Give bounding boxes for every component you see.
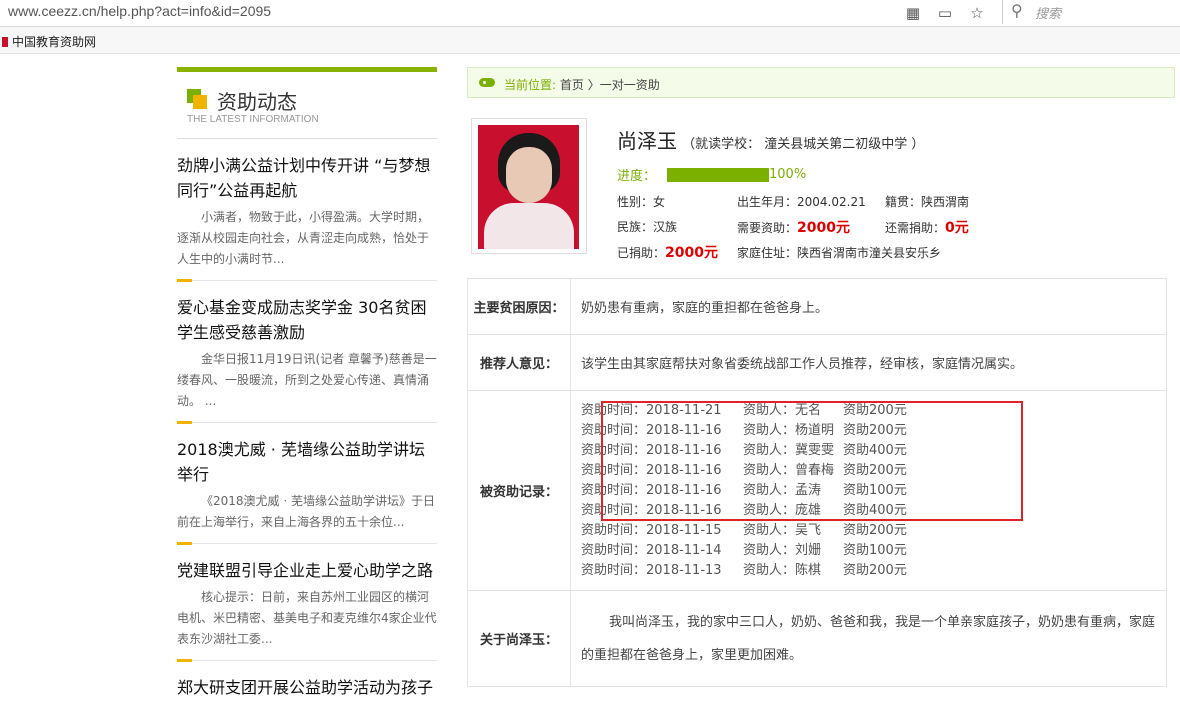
breadcrumb-current[interactable]: 一对一资助 — [600, 78, 660, 92]
table-row: 推荐人意见： 该学生由其家庭帮扶对象省委统战部工作人员推荐，经审核，家庭情况属实… — [467, 334, 1167, 391]
progress-row: 进度： 100% — [617, 165, 806, 184]
url-field[interactable]: www.ceezz.cn/help.php?act=info&id=2095 — [8, 3, 271, 19]
news-desc: 核心提示：日前，来自苏州工业园区的横河电机、米巴精密、基美电子和麦克维尔4家企业… — [177, 590, 437, 646]
news-desc: 金华日报11月19日讯(记者 章馨予)慈善是一缕春风、一股暖流，所到之处爱心传递… — [177, 352, 437, 408]
news-title[interactable]: 郑大研支团开展公益助学活动为孩子 — [177, 675, 437, 700]
need-amount: 需要资助：2000元 — [737, 217, 850, 237]
breadcrumb: 当前位置: 首页 〉一对一资助 — [467, 67, 1175, 98]
sidebar-subtitle: THE LATEST INFORMATION — [187, 114, 319, 125]
donated-amount: 已捐助：2000元 — [617, 242, 718, 262]
still-need-amount: 还需捐助：0元 — [885, 217, 969, 237]
bookmarks-bar: 中国教育资助网 — [0, 27, 1180, 54]
address-bar: www.ceezz.cn/help.php?act=info&id=2095 ▦… — [0, 0, 1180, 27]
news-item[interactable]: 2018澳尤威 · 芜墙缘公益助学讲坛举行 《2018澳尤威 · 芜墙缘公益助学… — [177, 423, 437, 545]
student-photo — [471, 118, 587, 254]
news-item[interactable]: 劲牌小满公益计划中传开讲 “与梦想同行”公益再起航 小满者，物致于此，小得盈满。… — [177, 139, 437, 282]
table-row: 关于尚泽玉： 我叫尚泽玉，我的家中三口人，奶奶、爸爸和我，我是一个单亲家庭孩子，… — [467, 590, 1167, 687]
origin: 籍贯：陕西渭南 — [885, 195, 970, 209]
qr-code-icon[interactable]: ▦ — [904, 4, 922, 22]
news-title[interactable]: 劲牌小满公益计划中传开讲 “与梦想同行”公益再起航 — [177, 153, 437, 203]
search-placeholder: 搜索 — [1035, 7, 1062, 22]
news-desc: 《2018澳尤威 · 芜墙缘公益助学讲坛》于日前在上海举行，来自上海各界的五十余… — [177, 494, 435, 529]
breadcrumb-label: 当前位置: — [504, 78, 557, 92]
reason-value: 奶奶患有重病，家庭的重担都在爸爸身上。 — [570, 278, 1167, 335]
bookmark-item[interactable]: 中国教育资助网 — [2, 33, 96, 50]
breadcrumb-separator: 〉 — [587, 78, 600, 92]
ethnic: 民族：汉族 — [617, 220, 678, 234]
recommend-label: 推荐人意见： — [467, 334, 571, 391]
news-sidebar: 资助动态 THE LATEST INFORMATION 劲牌小满公益计划中传开讲… — [177, 67, 437, 710]
location-pin-icon — [479, 78, 495, 87]
progress-bar — [667, 167, 769, 182]
birth-date: 出生年月：2004.02.21 — [737, 195, 866, 209]
news-desc: 小满者，物致于此，小得盈满。大学时期，逐渐从校园走向社会，从青涩走向成熟，恰处于… — [177, 210, 430, 266]
gender: 性别：女 — [617, 195, 666, 209]
student-school: （就读学校： 潼关县城关第二初级中学 ） — [682, 137, 925, 152]
donated-label: 已捐助： — [617, 246, 666, 260]
progress-text: 100% — [769, 167, 807, 182]
news-title[interactable]: 2018澳尤威 · 芜墙缘公益助学讲坛举行 — [177, 437, 437, 487]
still-value: 0元 — [945, 220, 969, 236]
breadcrumb-home-link[interactable]: 首页 — [560, 78, 584, 92]
search-icon: ⚲ — [1011, 1, 1023, 20]
student-heading: 尚泽玉 （就读学校： 潼关县城关第二初级中学 ） — [617, 125, 924, 154]
sidebar-title: 资助动态 — [217, 90, 297, 114]
progress-fill — [667, 167, 769, 182]
home-address: 家庭住址：陕西省渭南市潼关县安乐乡 — [737, 246, 942, 260]
news-item[interactable]: 爱心基金变成励志奖学金 30名贫困学生感受慈善激励 金华日报11月19日讯(记者… — [177, 281, 437, 424]
search-box[interactable]: ⚲ 搜索 — [1002, 0, 1180, 24]
about-text: 我叫尚泽玉，我的家中三口人，奶奶、爸爸和我，我是一个单亲家庭孩子，奶奶患有重病，… — [581, 614, 1156, 663]
recommend-value: 该学生由其家庭帮扶对象省委统战部工作人员推荐，经审核，家庭情况属实。 — [570, 334, 1167, 391]
records-label: 被资助记录： — [467, 390, 571, 591]
news-title[interactable]: 爱心基金变成励志奖学金 30名贫困学生感受慈善激励 — [177, 295, 437, 345]
record-item: 资助时间：2018-11-14 资助人：刘姗 资助100元 — [581, 542, 907, 558]
reason-label: 主要贫困原因： — [467, 278, 571, 335]
still-label: 还需捐助： — [885, 221, 946, 235]
table-row: 主要贫困原因： 奶奶患有重病，家庭的重担都在爸爸身上。 — [467, 278, 1167, 335]
address-bar-icons: ▦ ▭ ☆ — [904, 2, 986, 24]
clipboard-icon[interactable]: ▭ — [936, 4, 954, 22]
bookmark-label: 中国教育资助网 — [12, 35, 97, 49]
highlight-annotation-box — [601, 401, 1023, 521]
news-item[interactable]: 党建联盟引导企业走上爱心助学之路 核心提示：日前，来自苏州工业园区的横河电机、米… — [177, 544, 437, 662]
student-name: 尚泽玉 — [617, 129, 677, 153]
news-title[interactable]: 党建联盟引导企业走上爱心助学之路 — [177, 558, 437, 583]
star-icon[interactable]: ☆ — [968, 4, 986, 22]
need-label: 需要资助： — [737, 221, 798, 235]
record-item: 资助时间：2018-11-13 资助人：陈棋 资助200元 — [581, 562, 907, 578]
record-item: 资助时间：2018-11-15 资助人：吴飞 资助200元 — [581, 522, 907, 538]
need-value: 2000元 — [797, 220, 850, 236]
donated-value: 2000元 — [665, 245, 718, 261]
section-square-icon — [187, 89, 207, 109]
sidebar-header: 资助动态 THE LATEST INFORMATION — [177, 72, 437, 138]
site-favicon-icon — [2, 36, 8, 47]
about-label: 关于尚泽玉： — [467, 590, 571, 687]
progress-label: 进度： — [617, 169, 657, 184]
